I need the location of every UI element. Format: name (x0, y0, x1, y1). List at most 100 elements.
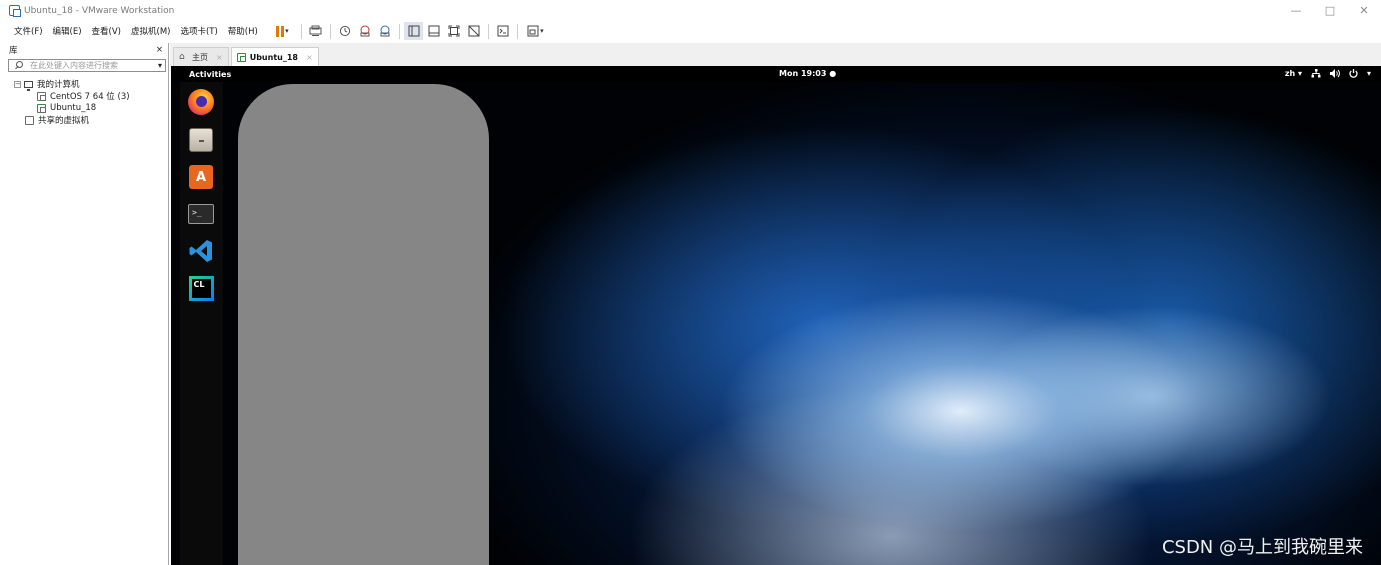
toolbar-separator (329, 23, 331, 39)
menu-file[interactable]: 文件(F) (10, 25, 47, 37)
fullscreen-icon (448, 25, 460, 37)
window-controls: — □ ✕ (1279, 0, 1381, 21)
chevron-down-icon: ▾ (540, 27, 544, 35)
tab-home[interactable]: ⌂ 主页 × (173, 47, 229, 66)
tab-home-close-button[interactable]: × (216, 53, 223, 62)
search-icon (15, 61, 24, 70)
window-title: Ubuntu_18 - VMware Workstation (24, 5, 175, 16)
network-icon[interactable] (1311, 69, 1321, 78)
menu-tabs[interactable]: 选项卡(T) (176, 25, 221, 37)
manage-snapshots-button[interactable] (375, 22, 394, 40)
vm-tree: − 我的计算机 CentOS 7 64 位 (3) Ubuntu_18 共享的虚… (0, 78, 168, 126)
unity-icon (468, 25, 480, 37)
menu-help[interactable]: 帮助(H) (224, 25, 262, 37)
dock-vscode[interactable] (187, 237, 215, 265)
chevron-down-icon[interactable]: ▾ (158, 61, 162, 70)
library-title: 库 (9, 46, 18, 56)
tab-ubuntu[interactable]: Ubuntu_18 × (230, 47, 319, 66)
tab-home-label: 主页 (192, 52, 208, 62)
blank-application-window[interactable] (238, 84, 489, 565)
chevron-down-icon[interactable]: ▾ (1367, 69, 1371, 78)
chevron-down-icon: ▾ (285, 27, 289, 35)
menu-vm[interactable]: 虚拟机(M) (127, 25, 174, 37)
vscode-icon (189, 240, 212, 262)
view-options-icon (527, 25, 539, 37)
tree-label-ubuntu: Ubuntu_18 (50, 103, 97, 113)
minimize-button[interactable]: — (1279, 0, 1313, 21)
library-view-button[interactable] (404, 22, 424, 40)
tree-label-my-computer: 我的计算机 (37, 80, 80, 90)
tree-node-shared[interactable]: 共享的虚拟机 (0, 114, 168, 126)
tab-ubuntu-label: Ubuntu_18 (249, 52, 298, 62)
revert-snapshot-icon (360, 25, 370, 37)
snapshot-button[interactable] (335, 22, 354, 40)
console-button[interactable] (493, 22, 512, 40)
tree-node-centos[interactable]: CentOS 7 64 位 (3) (0, 90, 168, 102)
tab-ubuntu-close-button[interactable]: × (306, 53, 313, 62)
library-panel: 库 × 在此处键入内容进行搜索 ▾ − 我的计算机 CentOS 7 64 位 … (0, 43, 169, 565)
computer-icon (24, 80, 33, 91)
send-keys-icon (309, 25, 322, 36)
language-indicator[interactable]: zh ▾ (1285, 69, 1302, 78)
console-icon (497, 25, 509, 37)
toolbar-separator (516, 23, 518, 39)
dock-firefox[interactable] (187, 88, 215, 116)
library-close-button[interactable]: × (156, 45, 163, 55)
thumbnail-view-icon (428, 25, 440, 37)
fullscreen-button[interactable] (444, 22, 463, 40)
menu-edit[interactable]: 编辑(E) (49, 25, 86, 37)
pause-button[interactable]: ▾ (268, 22, 296, 40)
toolbar-separator (398, 23, 400, 39)
dock-files[interactable] (187, 126, 215, 154)
vm-running-icon (37, 103, 46, 113)
vm-icon (236, 52, 246, 62)
files-icon (189, 128, 213, 152)
clion-icon: CL (188, 275, 214, 301)
manage-snapshots-icon (380, 25, 390, 37)
vm-icon (37, 91, 46, 101)
vmware-logo-icon (9, 5, 21, 17)
collapse-icon[interactable]: − (14, 80, 21, 88)
tree-label-centos: CentOS 7 64 位 (3) (50, 92, 130, 102)
clion-label: CL (191, 278, 211, 298)
dock-terminal[interactable]: >_ (187, 200, 215, 228)
gnome-top-bar: Activities Mon 19:03 ● zh ▾ ▾ (171, 66, 1381, 82)
system-tray: zh ▾ ▾ (1285, 69, 1371, 78)
software-center-icon: A (189, 165, 213, 189)
dock-clion[interactable]: CL (187, 274, 215, 302)
library-search-input[interactable]: 在此处键入内容进行搜索 ▾ (8, 59, 166, 72)
guest-display[interactable]: Activities Mon 19:03 ● zh ▾ ▾ A >_ CL CS… (171, 66, 1381, 565)
volume-icon[interactable] (1329, 69, 1340, 78)
send-keys-button[interactable] (306, 22, 325, 40)
unity-button[interactable] (464, 22, 483, 40)
power-icon[interactable] (1349, 69, 1358, 78)
close-button[interactable]: ✕ (1347, 0, 1381, 21)
title-bar: Ubuntu_18 - VMware Workstation — □ ✕ (0, 0, 1381, 21)
menu-view[interactable]: 查看(V) (88, 25, 125, 37)
tab-strip: ⌂ 主页 × Ubuntu_18 × (170, 43, 1381, 66)
csdn-watermark: CSDN @马上到我碗里来 (1161, 537, 1363, 558)
tree-node-my-computer[interactable]: − 我的计算机 (0, 78, 168, 91)
library-search-placeholder: 在此处键入内容进行搜索 (30, 61, 118, 70)
maximize-button[interactable]: □ (1313, 0, 1347, 21)
shared-vms-icon (25, 115, 34, 125)
toolbar-separator (300, 23, 302, 39)
library-view-icon (408, 25, 420, 37)
library-header: 库 × (0, 43, 168, 57)
toolbar-separator (487, 23, 489, 39)
toolbar: ▾ ▾ (268, 22, 549, 40)
home-icon: ⌂ (179, 51, 185, 62)
firefox-icon (188, 89, 214, 115)
dock-software[interactable]: A (187, 163, 215, 191)
thumbnail-view-button[interactable] (424, 22, 443, 40)
tree-label-shared: 共享的虚拟机 (38, 116, 90, 126)
tree-node-ubuntu[interactable]: Ubuntu_18 (0, 102, 168, 114)
clock[interactable]: Mon 19:03 ● (779, 69, 836, 78)
terminal-icon: >_ (188, 204, 214, 224)
pause-icon (276, 25, 285, 37)
menu-bar: 文件(F) 编辑(E) 查看(V) 虚拟机(M) 选项卡(T) 帮助(H) ▾ (0, 21, 1381, 41)
revert-snapshot-button[interactable] (355, 22, 374, 40)
view-options-button[interactable]: ▾ (522, 22, 548, 40)
activities-button[interactable]: Activities (189, 70, 231, 79)
ubuntu-dock: A >_ CL (180, 82, 223, 565)
